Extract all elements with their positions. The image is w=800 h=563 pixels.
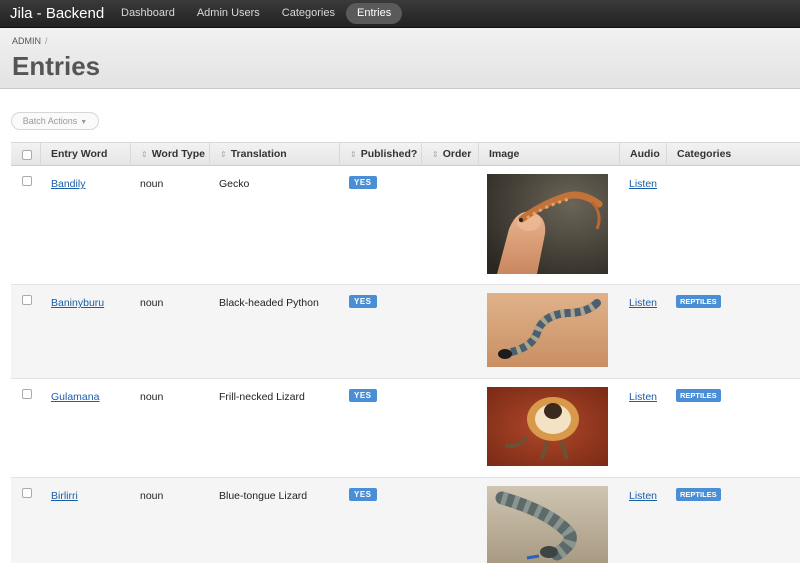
col-published[interactable]: ⇕ Published? — [339, 143, 421, 166]
blue-tongue-photo[interactable] — [487, 486, 608, 563]
published-cell: YES — [349, 488, 377, 501]
category-cell: REPTILES — [676, 389, 721, 402]
col-audio: Audio — [619, 143, 666, 166]
batch-actions-label: Batch Actions — [22, 116, 78, 126]
table-row: Birlirri noun Blue-tongue Lizard YES Lis… — [11, 478, 800, 563]
sort-icon: ⇕ — [141, 150, 148, 159]
translation: Gecko — [219, 178, 250, 190]
word-type: noun — [140, 178, 164, 190]
translation: Black-headed Python — [219, 297, 319, 309]
row-checkbox[interactable] — [22, 488, 32, 498]
category-cell: REPTILES — [676, 488, 721, 501]
entry-word-link[interactable]: Birlirri — [51, 490, 78, 502]
entries-table: Entry Word ⇕ Word Type ⇕ Translation ⇕ Publ… — [11, 142, 800, 563]
col-order[interactable]: ⇕ Order — [421, 143, 478, 166]
page-title: Entries — [12, 51, 101, 81]
top-navbar: Jila - Backend Dashboard Admin Users Cat… — [0, 0, 800, 28]
entry-word-link[interactable]: Bandily — [51, 178, 85, 190]
col-word-type[interactable]: ⇕ Word Type — [130, 143, 209, 166]
main-nav: Dashboard Admin Users Categories Entries — [110, 3, 403, 24]
nav-categories[interactable]: Categories — [271, 3, 346, 24]
published-badge: YES — [349, 176, 377, 189]
listen-link[interactable]: Listen — [629, 490, 657, 502]
entry-word-link[interactable]: Baninyburu — [51, 297, 104, 309]
category-badge[interactable]: REPTILES — [676, 389, 721, 402]
breadcrumb-separator: / — [45, 36, 48, 46]
word-type: noun — [140, 297, 164, 309]
category-badge[interactable]: REPTILES — [676, 488, 721, 501]
breadcrumb: ADMIN / — [12, 36, 48, 46]
published-badge: YES — [349, 389, 377, 402]
entry-word-link[interactable]: Gulamana — [51, 391, 99, 403]
col-image: Image — [478, 143, 619, 166]
col-order-label: Order — [442, 148, 472, 160]
listen-link[interactable]: Listen — [629, 178, 657, 190]
sort-icon: ⇕ — [432, 150, 439, 159]
table-header: Entry Word ⇕ Word Type ⇕ Translation ⇕ Publ… — [11, 142, 800, 166]
col-word-type-label: Word Type — [151, 148, 205, 160]
col-audio-label: Audio — [630, 148, 660, 160]
brand-title[interactable]: Jila - Backend — [10, 5, 104, 22]
batch-actions-button[interactable]: Batch Actions ▼ — [11, 112, 99, 130]
row-checkbox[interactable] — [22, 295, 32, 305]
table-row: Bandily noun Gecko YES Listen — [11, 166, 800, 285]
nav-admin-users[interactable]: Admin Users — [186, 3, 271, 24]
sort-icon: ⇕ — [350, 150, 357, 159]
row-checkbox[interactable] — [22, 389, 32, 399]
col-categories-label: Categories — [677, 148, 732, 160]
listen-link[interactable]: Listen — [629, 297, 657, 309]
page-header: ADMIN / Entries — [0, 28, 800, 89]
published-badge: YES — [349, 295, 377, 308]
nav-dashboard[interactable]: Dashboard — [110, 3, 186, 24]
col-entry-word-label: Entry Word — [51, 148, 108, 160]
caret-down-icon: ▼ — [80, 119, 88, 126]
col-image-label: Image — [489, 148, 520, 160]
nav-entries[interactable]: Entries — [346, 3, 403, 24]
published-cell: YES — [349, 295, 377, 308]
translation: Blue-tongue Lizard — [219, 490, 308, 502]
sort-icon: ⇕ — [220, 150, 227, 159]
published-cell: YES — [349, 389, 377, 402]
table-row: Baninyburu noun Black-headed Python YES … — [11, 285, 800, 379]
translation: Frill-necked Lizard — [219, 391, 305, 403]
published-badge: YES — [349, 488, 377, 501]
col-translation[interactable]: ⇕ Translation — [209, 143, 339, 166]
frill-lizard-photo[interactable] — [487, 387, 608, 466]
table-row: Gulamana noun Frill-necked Lizard YES Li… — [11, 379, 800, 478]
row-checkbox[interactable] — [22, 176, 32, 186]
published-cell: YES — [349, 176, 377, 189]
select-all-checkbox[interactable] — [22, 150, 32, 160]
col-published-label: Published? — [360, 148, 418, 160]
breadcrumb-admin[interactable]: ADMIN — [12, 36, 41, 46]
python-photo[interactable] — [487, 293, 608, 367]
col-entry-word[interactable]: Entry Word — [40, 143, 130, 166]
word-type: noun — [140, 391, 164, 403]
gecko-photo[interactable] — [487, 174, 608, 274]
col-translation-label: Translation — [230, 148, 287, 160]
listen-link[interactable]: Listen — [629, 391, 657, 403]
category-badge[interactable]: REPTILES — [676, 295, 721, 308]
word-type: noun — [140, 490, 164, 502]
category-cell: REPTILES — [676, 295, 721, 308]
col-categories: Categories — [666, 143, 800, 166]
